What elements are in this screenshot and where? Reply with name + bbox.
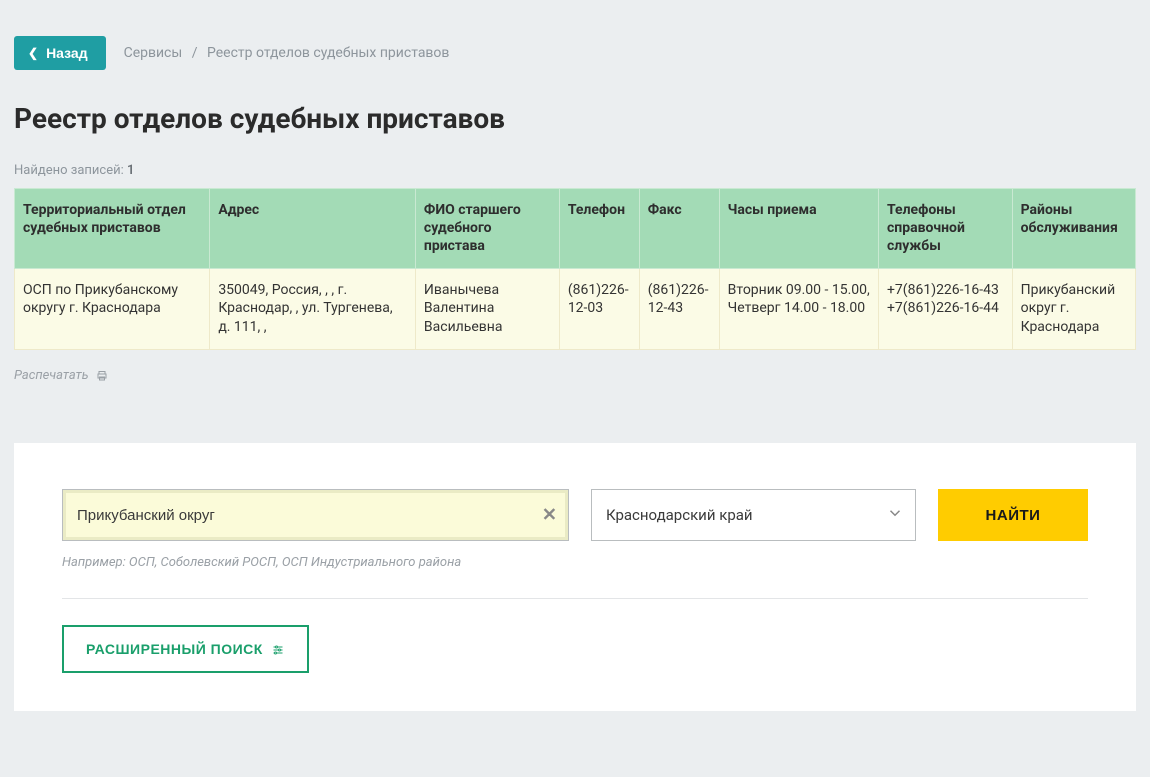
search-hint: Например: ОСП, Соболевский РОСП, ОСП Инд… [62,555,1088,570]
find-button[interactable]: НАЙТИ [938,489,1088,541]
clear-query-icon[interactable]: ✕ [542,505,557,526]
print-icon [95,370,109,382]
divider [62,598,1088,599]
breadcrumb-current: Реестр отделов судебных приставов [207,45,449,61]
region-field: Краснодарский край [591,489,916,541]
sliders-icon [271,643,285,655]
breadcrumb-separator: / [192,45,198,61]
chevron-left-icon: ❮ [28,46,38,60]
back-button-label: Назад [46,45,88,61]
cell-helpdesk: +7(861)226-16-43 +7(861)226-16-44 [878,268,1012,350]
col-fax: Факс [639,189,719,269]
print-label: Распечатать [14,368,89,383]
back-button[interactable]: ❮ Назад [14,36,106,70]
col-helpdesk: Телефоны справочной службы [878,189,1012,269]
cell-hours: Вторник 09.00 - 15.00, Четверг 14.00 - 1… [719,268,878,350]
breadcrumb-services[interactable]: Сервисы [124,45,183,61]
query-input[interactable] [62,489,569,541]
cell-phone: (861)226-12-03 [559,268,639,350]
topbar: ❮ Назад Сервисы / Реестр отделов судебны… [14,0,1136,94]
col-dept: Территориальный отдел судебных приставов [15,189,210,269]
departments-table: Территориальный отдел судебных приставов… [14,188,1136,350]
cell-address: 350049, Россия, , , г. Краснодар, , ул. … [210,268,416,350]
cell-fio: Иванычева Валентина Васильевна [415,268,559,350]
col-phone: Телефон [559,189,639,269]
breadcrumb: Сервисы / Реестр отделов судебных приста… [124,45,450,61]
print-link[interactable]: Распечатать [14,368,1136,383]
table-row: ОСП по Прикубанскому округу г. Краснодар… [15,268,1136,350]
cell-dept: ОСП по Прикубанскому округу г. Краснодар… [15,268,210,350]
query-field: ✕ [62,489,569,541]
cell-districts: Прикубанский округ г. Краснодара [1012,268,1135,350]
advanced-search-label: РАСШИРЕННЫЙ ПОИСК [86,641,263,657]
region-value: Краснодарский край [606,506,753,524]
advanced-search-button[interactable]: РАСШИРЕННЫЙ ПОИСК [62,625,309,673]
search-panel: ✕ Краснодарский край НАЙТИ Например: ОСП… [14,443,1136,711]
find-button-label: НАЙТИ [986,507,1041,524]
col-fio: ФИО старшего судебного пристава [415,189,559,269]
region-select[interactable]: Краснодарский край [591,489,916,541]
col-districts: Районы обслуживания [1012,189,1135,269]
found-prefix: Найдено записей: [14,163,127,178]
col-hours: Часы приема [719,189,878,269]
col-address: Адрес [210,189,416,269]
found-count: 1 [127,163,134,178]
found-records: Найдено записей: 1 [14,163,1136,178]
page-title: Реестр отделов судебных приставов [14,102,1136,135]
cell-fax: (861)226-12-43 [639,268,719,350]
